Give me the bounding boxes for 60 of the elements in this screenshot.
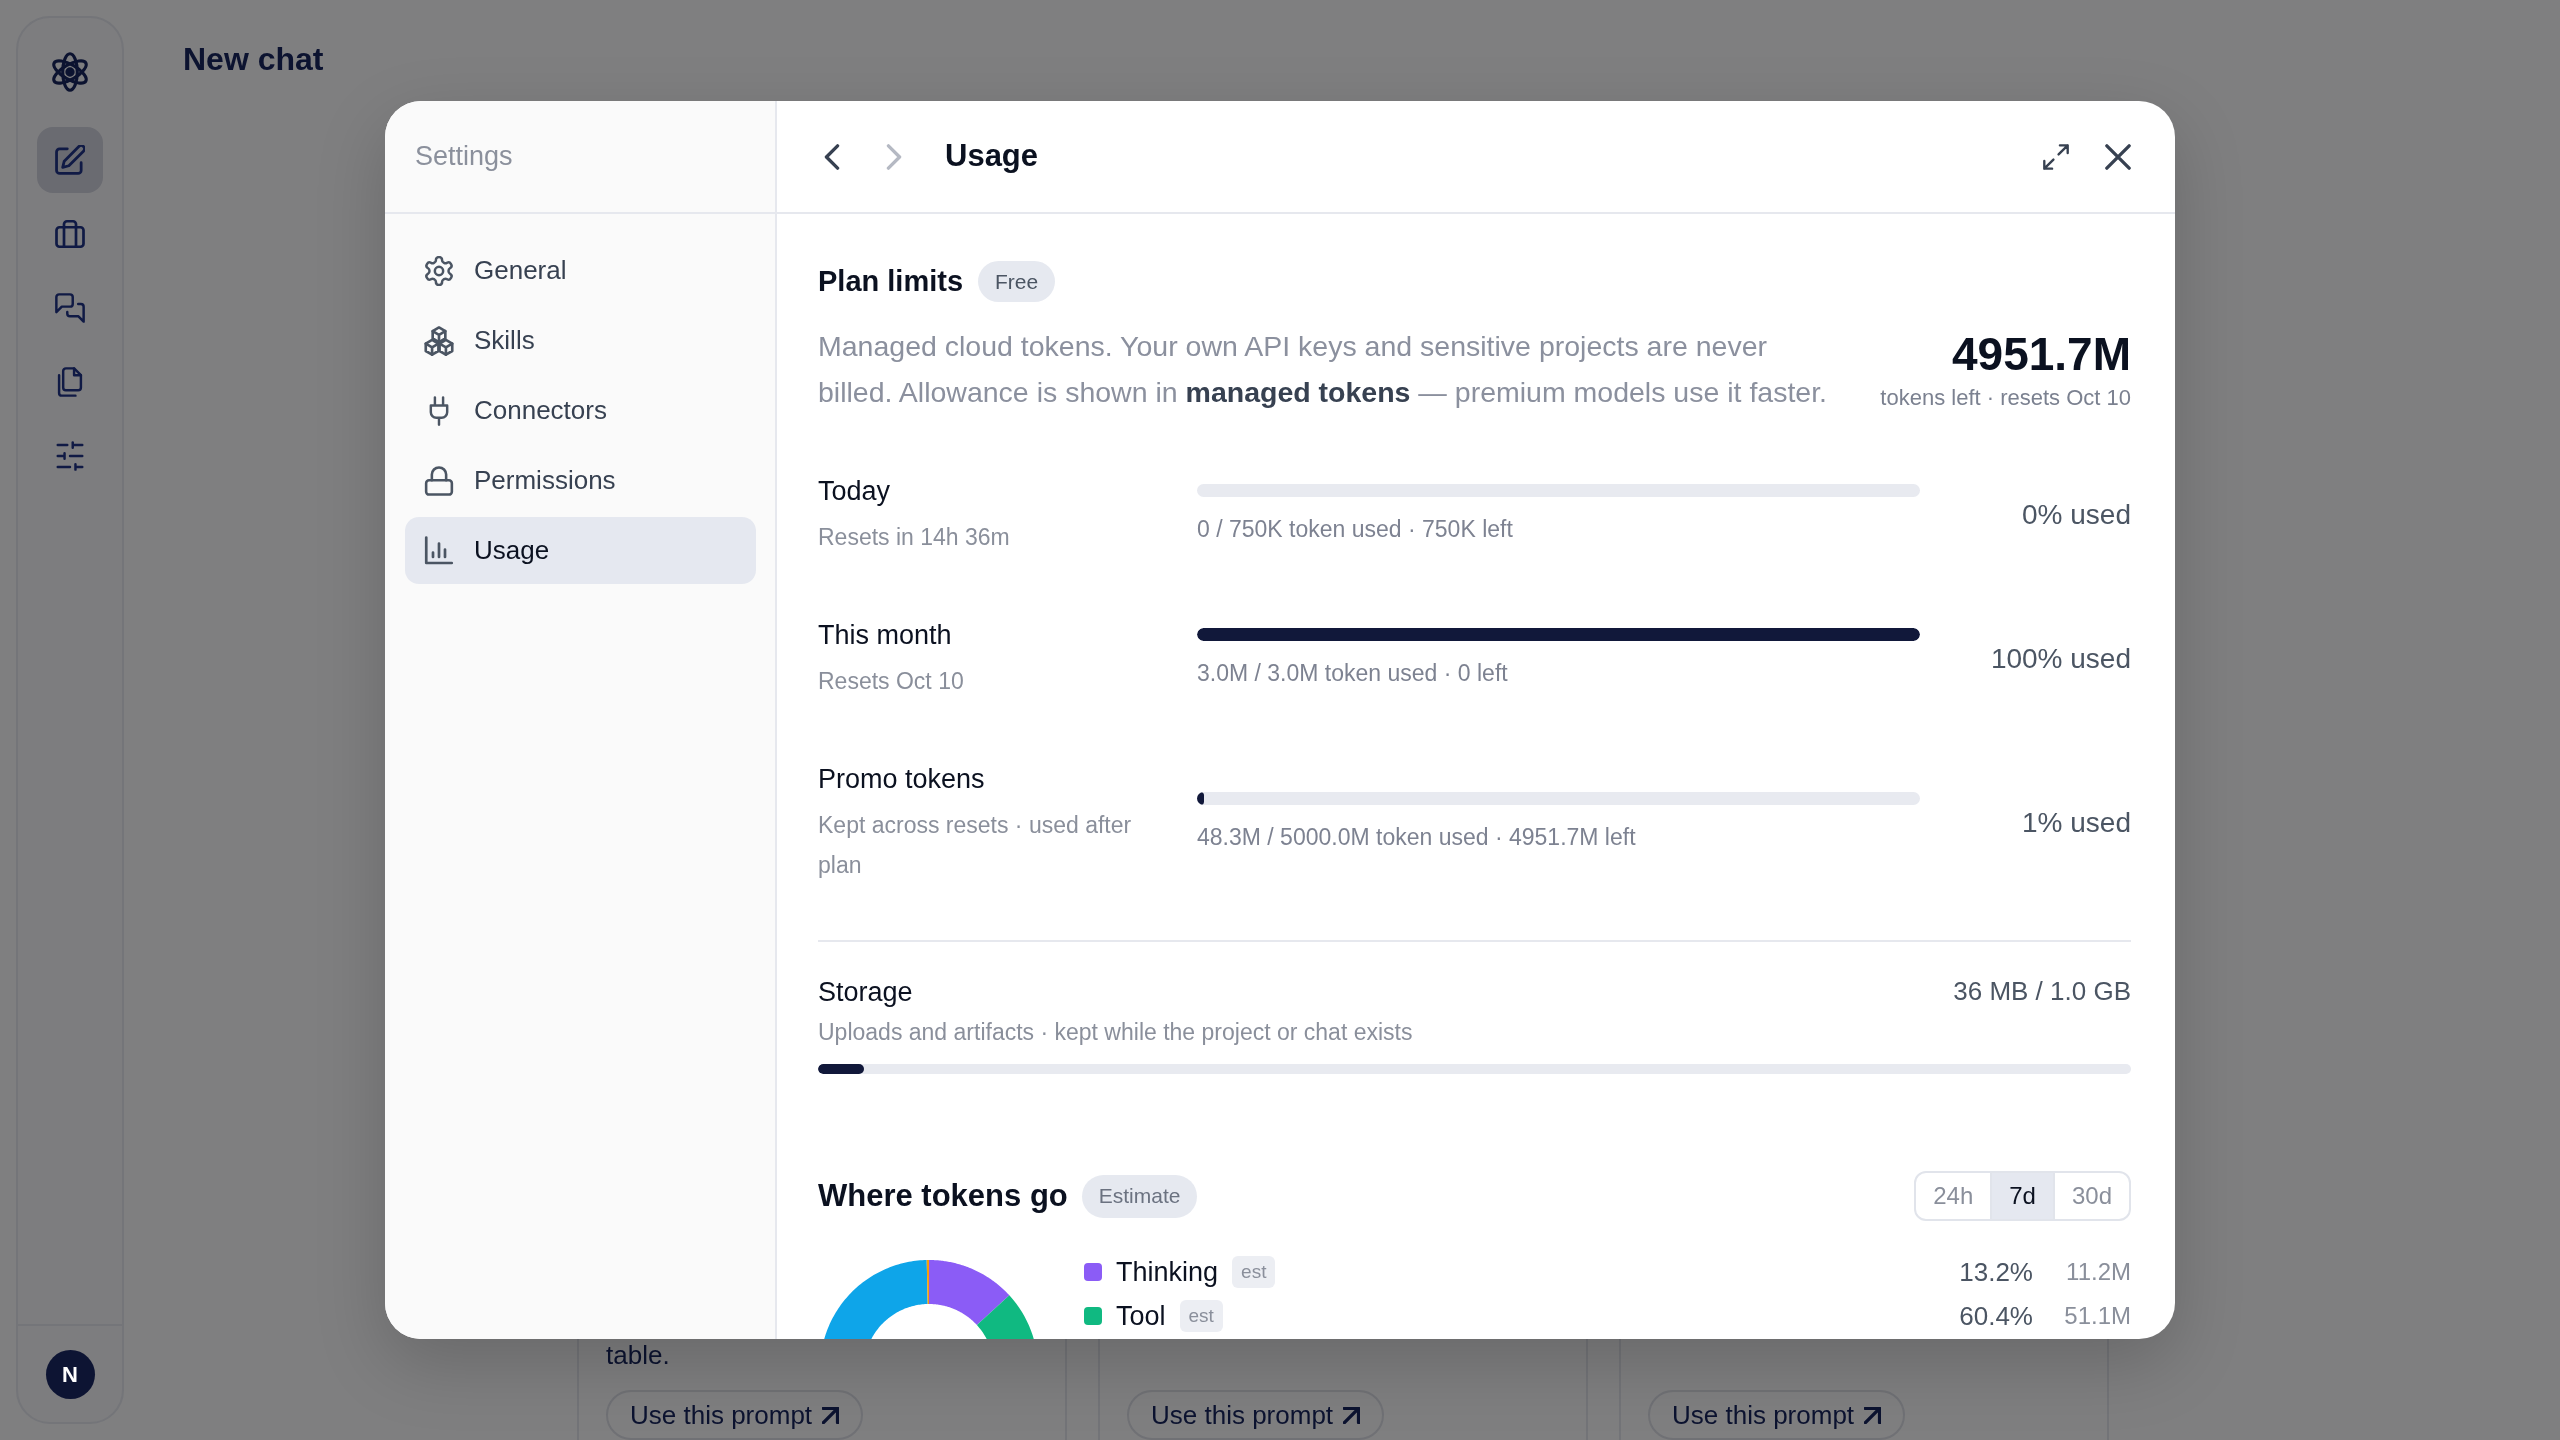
settings-nav-item[interactable]: Skills (405, 307, 756, 374)
limit-title: Promo tokens (818, 763, 986, 796)
usage-percent: 100% used (1989, 642, 2131, 676)
chat-bubbles-icon (55, 293, 85, 323)
settings-nav-item[interactable]: Usage (405, 517, 756, 584)
settings-icon (424, 255, 454, 286)
limit-title: Today (818, 475, 892, 508)
settings-nav-item[interactable]: Permissions (405, 447, 756, 514)
legend-share: 60.4% (1959, 1299, 2033, 1333)
arrow-up-right-icon (1343, 1406, 1361, 1424)
tokens-left-value: 4951.7M (1951, 328, 2131, 380)
usage-caption: 3.0M / 3.0M token used · 0 left (1197, 658, 1509, 688)
range-option[interactable]: 7d (1990, 1173, 2053, 1219)
panel-title: Usage (945, 137, 1039, 176)
plan-description: Managed cloud tokens. Your own API keys and sensitive projects are never billed. Allowance is shown in managed tokens — premium models use it faster. (818, 329, 1828, 410)
sliders-icon (55, 441, 85, 471)
arrow-up-right-icon (1864, 1406, 1882, 1424)
lock-icon (424, 465, 454, 496)
estimate-badge: Estimate (1081, 1174, 1198, 1218)
estimate-tag: est (1232, 1256, 1276, 1288)
usage-caption: 0 / 750K token used · 750K left (1197, 514, 1514, 544)
legend-label: Thinking (1116, 1255, 1219, 1289)
limit-note: Resets Oct 10 (818, 667, 965, 696)
settings-nav-item[interactable]: General (405, 237, 756, 304)
legend-tokens: 11.2M (2065, 1257, 2131, 1287)
documents-icon (55, 367, 85, 397)
legend-tokens: 51.1M (2063, 1301, 2131, 1331)
storage-note: Uploads and artifacts · kept while the project or chat exists (818, 1018, 1414, 1047)
use-prompt-button[interactable]: Use this prompt (606, 1390, 864, 1440)
card-text: table. (606, 1341, 671, 1369)
usage-caption: 48.3M / 5000.0M token used · 4951.7M left (1197, 822, 1637, 852)
limit-title: This month (818, 619, 953, 652)
legend-label: Tool (1116, 1299, 1166, 1333)
storage-reading: 36 MB / 1.0 GB (1953, 975, 2131, 1008)
settings-title: Settings (415, 140, 513, 174)
use-prompt-button[interactable]: Use this prompt (1648, 1390, 1906, 1440)
edit-button[interactable] (37, 127, 103, 193)
section-title: Plan limits (818, 264, 964, 299)
section-title: Where tokens go (818, 1176, 1068, 1215)
expand-icon (2043, 143, 2069, 170)
use-prompt-button[interactable]: Use this prompt (1127, 1390, 1385, 1440)
tokens-left-caption: tokens left · resets Oct 10 (1880, 384, 2131, 412)
limit-note: Resets in 14h 36m (818, 523, 1011, 552)
edit-icon (55, 145, 85, 175)
page-title: New chat (183, 40, 324, 79)
limit-note: Kept across resets · used after plan (818, 811, 1133, 880)
briefcase-icon (55, 219, 85, 249)
user-avatar[interactable]: N (45, 1349, 95, 1399)
atom-icon (50, 52, 90, 92)
bar-chart-icon (424, 535, 454, 566)
close-icon (2105, 143, 2131, 170)
legend-share: 13.2% (1959, 1255, 2033, 1289)
usage-percent: 0% used (2021, 498, 2131, 532)
settings-nav-item[interactable]: Connectors (405, 377, 756, 444)
plan-badge: Free (978, 261, 1056, 302)
arrow-up-right-icon (822, 1406, 840, 1424)
estimate-tag: est (1179, 1300, 1223, 1332)
cubes-icon (424, 325, 454, 356)
usage-percent: 1% used (2021, 806, 2131, 840)
storage-title: Storage (818, 975, 913, 1009)
